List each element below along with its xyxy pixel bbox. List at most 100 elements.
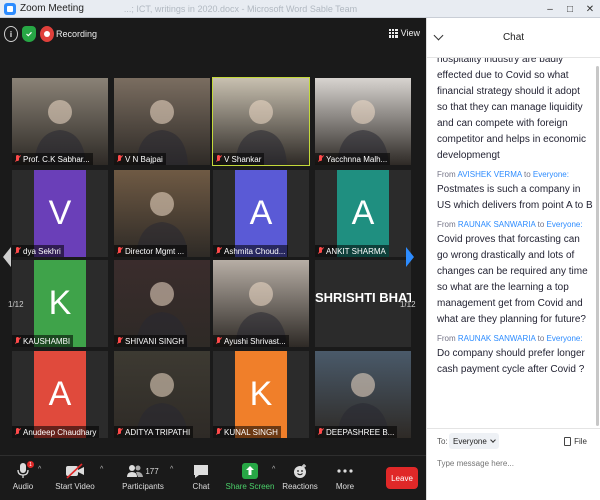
reactions-button[interactable]: Reactions [275,460,325,491]
view-button[interactable]: View [388,28,420,38]
recipient-select[interactable]: Everyone [449,433,499,449]
muted-mic-icon [215,337,222,345]
participant-name: SHIVANI SINGH [125,336,184,346]
participant-tile[interactable]: ADITYA TRIPATHI [114,351,210,438]
participant-video [213,78,309,165]
sender-name[interactable]: AVISHEK VERMA [457,170,521,179]
message-text: Do company should prefer longer cash pay… [437,348,585,375]
zoom-window: Zoom Meeting ...; ICT, writings in 2020.… [0,0,600,500]
muted-mic-icon [317,155,324,163]
leave-button[interactable]: Leave [386,467,418,489]
chat-scrollbar[interactable] [596,66,599,426]
participant-name: DEEPASHREE B... [326,427,395,437]
muted-mic-icon [317,247,324,255]
chat-message: hospitality industry are badly effected … [437,58,593,164]
start-video-label: Start Video [55,482,95,491]
participant-tile[interactable]: Yacchnna Malh... [315,78,411,165]
share-screen-icon [242,463,258,479]
previous-page-arrow-icon[interactable] [2,246,12,268]
title-bar: Zoom Meeting ...; ICT, writings in 2020.… [0,0,600,18]
participant-tile[interactable]: A Anudeep Chaudhary [12,351,108,438]
participant-tile[interactable]: SHRISHTI BHAT... [315,260,411,347]
participant-tile[interactable]: DEEPASHREE B... [315,351,411,438]
participant-name-bar: ADITYA TRIPATHI [114,426,194,438]
sender-name[interactable]: RAUNAK SANWARIA [458,334,536,343]
muted-mic-icon [116,337,123,345]
participants-label: Participants [122,482,164,491]
participant-tile[interactable]: Director Mgmt ... [114,170,210,257]
participant-video [315,351,411,438]
from-prefix: From [437,170,456,179]
message-sender-line: From RAUNAK SANWARIA to Everyone: [437,220,583,229]
participant-name: V N Bajpai [125,154,163,164]
chat-label: Chat [192,482,210,491]
muted-mic-icon [14,337,21,345]
participant-tile[interactable]: A ANKIT SHARMA [315,170,411,257]
participant-name-large: SHRISHTI BHAT... [315,290,411,305]
person-silhouette-icon [136,100,188,165]
chat-button[interactable]: Chat [176,460,226,491]
participant-tile[interactable]: Vdya Sekhri [12,170,108,257]
participant-tile[interactable]: SHIVANI SINGH [114,260,210,347]
participant-tile[interactable]: V N Bajpai [114,78,210,165]
participant-tile[interactable]: Ayushi Shrivast... [213,260,309,347]
participant-tile[interactable]: A Ashmita Choud... [213,170,309,257]
minimize-button[interactable]: – [540,0,560,18]
audio-options-chevron-icon[interactable]: ^ [38,466,41,473]
person-silhouette-icon [136,192,188,257]
muted-mic-icon [215,247,222,255]
sender-name[interactable]: RAUNAK SANWARIA [458,220,536,229]
audio-button[interactable]: 1 Audio [0,460,48,491]
start-video-button[interactable]: Start Video [50,460,100,491]
person-silhouette-icon [337,373,389,438]
message-text: Covid proves that forcasting can go wron… [437,234,588,325]
participant-name: Prof. C.K Sabhar... [23,154,90,164]
participant-name: dya Sekhri [23,246,61,256]
from-prefix: From [437,334,456,343]
next-page-arrow-icon[interactable] [405,246,415,268]
video-options-chevron-icon[interactable]: ^ [100,466,103,473]
meeting-top-bar: i Recording View [0,18,426,52]
more-button[interactable]: More [320,460,370,491]
person-silhouette-icon [136,373,188,438]
person-silhouette-icon [235,282,287,347]
chat-message-input[interactable] [437,459,587,468]
participant-tile[interactable]: K KAUSHAMBI [12,260,108,347]
file-button[interactable]: File [564,437,587,446]
gallery-grid-icon [388,28,398,38]
participants-button[interactable]: 177 Participants [118,460,168,491]
muted-mic-icon [14,247,21,255]
participant-name-bar: KAUSHAMBI [12,335,74,347]
security-shield-icon[interactable] [22,26,36,42]
muted-mic-icon [14,428,21,436]
participant-name-bar: Director Mgmt ... [114,245,188,257]
muted-mic-icon [215,155,222,163]
participant-tile[interactable]: V Shankar [212,77,310,166]
participant-name: ADITYA TRIPATHI [125,427,191,437]
collapse-chevron-down-icon[interactable] [433,30,444,41]
participant-tile[interactable]: Prof. C.K Sabhar... [12,78,108,165]
video-off-icon [66,463,84,479]
recipient-name: Everyone [546,334,581,343]
share-screen-button[interactable]: Share Screen [225,460,275,491]
participant-name: V Shankar [224,154,262,164]
chat-message: From RAUNAK SANWARIA to Everyone: Do comp… [437,334,593,378]
participant-name-bar: DEEPASHREE B... [315,426,398,438]
view-label: View [400,28,420,38]
participant-name: Yacchnna Malh... [326,154,388,164]
chat-header: Chat [427,18,600,58]
participant-name-bar: Anudeep Chaudhary [12,426,100,438]
participants-options-chevron-icon[interactable]: ^ [170,466,173,473]
participants-icon [127,465,144,477]
meeting-info-icon[interactable]: i [4,26,18,42]
avatar-letter: K [34,260,86,347]
chat-compose: To: Everyone File [427,428,600,500]
participant-count: 177 [145,466,159,476]
close-button[interactable]: ✕ [580,0,600,18]
person-silhouette-icon [34,100,86,165]
participant-tile[interactable]: K KUNAL SINGH [213,351,309,438]
person-silhouette-icon [136,282,188,347]
participant-video [114,78,210,165]
more-dots-icon [337,469,353,473]
maximize-button[interactable]: □ [560,0,580,18]
